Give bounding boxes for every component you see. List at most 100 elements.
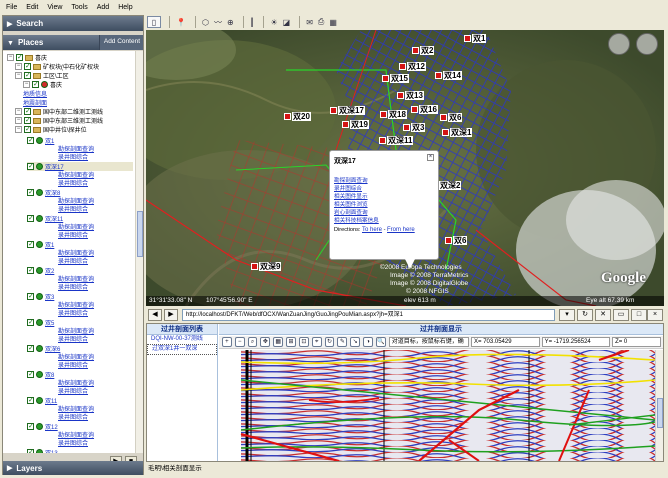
well-marker-icon[interactable]	[442, 129, 449, 136]
well-map-label[interactable]: 双深1	[450, 128, 473, 137]
places-panel-header[interactable]: ▼ Places Add Content	[3, 35, 143, 50]
visibility-checkbox[interactable]: ✓	[27, 371, 34, 378]
window-restore-icon[interactable]: ▭	[613, 309, 629, 321]
to-here-link[interactable]: To here	[362, 227, 382, 233]
balloon-link[interactable]: 相关图件浏览	[334, 201, 438, 209]
menu-view[interactable]: View	[47, 4, 62, 11]
well-link[interactable]: 录井图综合	[58, 152, 88, 161]
well-item[interactable]: ✓ 双11	[27, 396, 57, 405]
well-name[interactable]: 双8	[45, 370, 54, 379]
well-item[interactable]: ✓ 双1	[27, 136, 54, 145]
visibility-checkbox[interactable]: ✓	[24, 63, 31, 70]
zoom-window-icon[interactable]: ⌕	[247, 337, 258, 347]
close-icon[interactable]: ×	[647, 309, 663, 321]
well-link[interactable]: 录井图综合	[58, 178, 88, 187]
select-icon[interactable]: ⊡	[298, 337, 309, 347]
sky-icon[interactable]: ◪	[282, 16, 292, 28]
well-name[interactable]: 双1	[45, 136, 54, 145]
move-icon[interactable]	[636, 33, 658, 55]
scrollbar-thumb[interactable]	[137, 211, 143, 257]
sun-icon[interactable]: ☀	[269, 16, 278, 28]
visibility-checkbox[interactable]: ✓	[24, 108, 31, 115]
zoom-in-icon[interactable]: +	[222, 337, 232, 347]
zoom-icon[interactable]: 🔍	[375, 337, 386, 347]
well-link[interactable]: 录井图综合	[58, 412, 88, 421]
overlay-icon[interactable]: ⊕	[226, 16, 235, 28]
menu-add[interactable]: Add	[97, 4, 109, 11]
well-map-label[interactable]: 双深11	[387, 136, 414, 145]
well-link[interactable]: 录井图综合	[58, 360, 88, 369]
tree-item[interactable]: 地质信息	[23, 89, 47, 98]
add-content-button[interactable]: Add Content	[98, 35, 143, 50]
profile-list-item[interactable]: DQI-NW-00-37测线	[147, 335, 217, 344]
well-link[interactable]: 录井图综合	[58, 230, 88, 239]
well-marker-icon[interactable]	[464, 35, 471, 42]
placemark-icon[interactable]: 📍	[175, 16, 187, 28]
visibility-checkbox[interactable]: ✓	[24, 72, 31, 79]
menu-edit[interactable]: Edit	[26, 4, 38, 11]
menu-help[interactable]: Help	[118, 4, 132, 11]
tree-item[interactable]: − ✓ 国中东部二维测工测线	[15, 107, 103, 116]
well-marker-icon[interactable]	[342, 121, 349, 128]
tree-scrollbar[interactable]	[135, 51, 143, 453]
expand-toggle-icon[interactable]: −	[15, 126, 22, 133]
print-icon[interactable]: ⎙	[317, 16, 325, 28]
expand-toggle-icon[interactable]: −	[15, 117, 22, 124]
visibility-checkbox[interactable]: ✓	[27, 267, 34, 274]
well-map-label[interactable]: 双深2	[439, 181, 462, 190]
visibility-checkbox[interactable]: ✓	[27, 163, 34, 170]
tree-item[interactable]: − ✓ 国中井位\探井位	[15, 125, 87, 134]
tree-item[interactable]: − ✓ 工区\工区	[15, 71, 69, 80]
profile-list-item[interactable]: 过双深1井一双深	[147, 344, 217, 355]
well-map-label[interactable]: 双20	[292, 112, 311, 121]
ruler-icon[interactable]: ┃	[249, 16, 256, 28]
visibility-checkbox[interactable]: ✓	[27, 241, 34, 248]
expand-toggle-icon[interactable]: −	[15, 63, 22, 70]
well-link[interactable]: 录井图综合	[58, 308, 88, 317]
well-name[interactable]: 双3	[45, 292, 54, 301]
color-icon[interactable]: ◑	[363, 337, 373, 347]
sidebar-toggle-icon[interactable]: ▯	[147, 16, 161, 28]
tree-item[interactable]: − ✓ 矿权块(中石化矿权块	[15, 62, 99, 71]
expand-toggle-icon[interactable]: −	[15, 108, 22, 115]
navigation-controls[interactable]	[608, 33, 662, 63]
well-marker-icon[interactable]	[251, 263, 258, 270]
well-marker-icon[interactable]	[379, 137, 386, 144]
well-marker-icon[interactable]	[411, 106, 418, 113]
tree-item[interactable]: − ✓ 国中东部三维测工测线	[15, 116, 103, 125]
well-link[interactable]: 录井图综合	[58, 256, 88, 265]
well-map-label[interactable]: 双3	[411, 123, 426, 132]
well-marker-icon[interactable]	[445, 237, 452, 244]
well-name[interactable]: 双5	[45, 318, 54, 327]
well-map-label[interactable]: 双6	[448, 113, 463, 122]
well-map-label[interactable]: 双6	[453, 236, 468, 245]
polygon-icon[interactable]: ⬡	[201, 16, 210, 28]
close-icon[interactable]: ×	[427, 154, 434, 161]
dropdown-icon[interactable]: ▾	[559, 309, 575, 321]
layers-panel-header[interactable]: ▶ Layers	[3, 461, 143, 475]
well-marker-icon[interactable]	[399, 63, 406, 70]
menu-tools[interactable]: Tools	[71, 4, 87, 11]
visibility-checkbox[interactable]: ✓	[27, 319, 34, 326]
well-map-label[interactable]: 双15	[390, 74, 409, 83]
well-name[interactable]: 双12	[45, 422, 58, 431]
well-map-label[interactable]: 双深9	[259, 262, 282, 271]
path-icon[interactable]: 〰	[213, 16, 223, 28]
stop-icon[interactable]: ✕	[595, 309, 611, 321]
pencil-icon[interactable]: ✎	[337, 337, 348, 347]
tree-item[interactable]: 地震剖面	[23, 98, 47, 107]
well-map-label[interactable]: 双13	[405, 91, 424, 100]
well-item[interactable]: ✓ 双8	[27, 370, 54, 379]
well-marker-icon[interactable]	[380, 111, 387, 118]
well-map-label[interactable]: 双1	[472, 34, 487, 43]
measure-icon[interactable]: ⌖	[311, 337, 322, 347]
forward-icon[interactable]: ▶	[164, 309, 178, 321]
scrollbar-thumb[interactable]	[657, 398, 663, 428]
maps-icon[interactable]: ▦	[328, 16, 338, 28]
search-panel-header[interactable]: ▶ Search	[3, 16, 143, 31]
balloon-link[interactable]: 相关图件显示	[334, 193, 438, 201]
well-marker-icon[interactable]	[403, 124, 410, 131]
tree-item[interactable]: − ✓ 喜庆	[23, 80, 62, 89]
well-item[interactable]: ✓ 双2	[27, 266, 54, 275]
email-icon[interactable]: ✉	[305, 16, 314, 28]
